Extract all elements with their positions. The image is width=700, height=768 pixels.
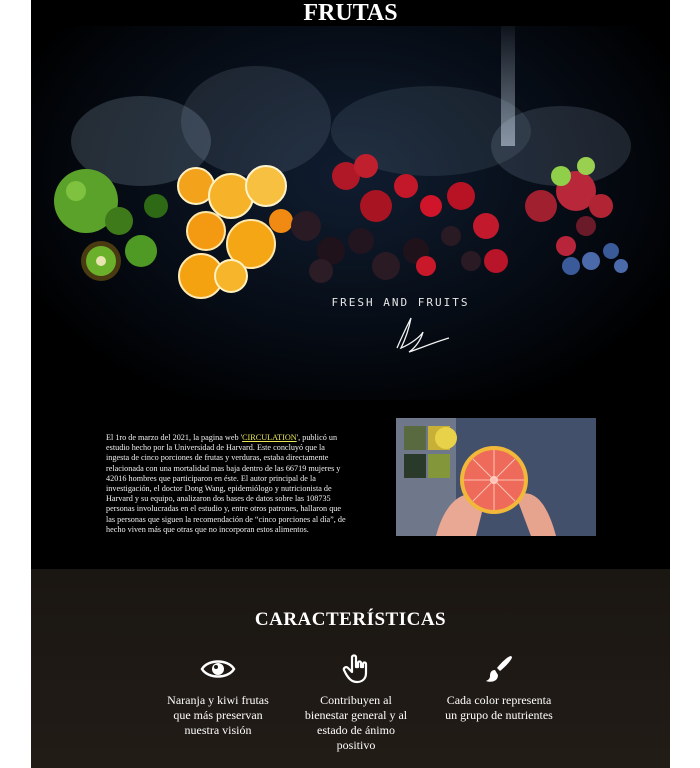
feature-text: Naranja y kiwi frutas que más preservan … (167, 693, 269, 737)
intro-paragraph: El 1ro de marzo del 2021, la pagina web … (106, 433, 346, 535)
hero-tagline: FRESH AND FRUITS (331, 296, 470, 309)
page: FRUTAS FRESH AND FRUITS El 1ro de marzo … (31, 0, 670, 768)
feature-text: Cada color representa un grupo de nutrie… (445, 693, 553, 722)
feature-item-vision: Naranja y kiwi frutas que más preservan … (163, 654, 273, 738)
page-title: FRUTAS (303, 0, 398, 26)
signature-logo (396, 317, 450, 353)
feature-item-wellbeing: Contribuyen al bienestar general y al es… (301, 654, 411, 753)
feature-item-nutrients: Cada color representa un grupo de nutrie… (444, 654, 554, 723)
hero-banner: FRESH AND FRUITS (31, 26, 670, 400)
paint-brush-icon (444, 654, 554, 684)
features-title: CARACTERÍSTICAS (254, 609, 447, 630)
eye-icon (163, 654, 273, 684)
fruits-image (54, 154, 628, 299)
features-section: CARACTERÍSTICAS Naranja y kiwi frutas qu… (31, 569, 670, 768)
grapefruit-photo (396, 418, 596, 536)
feature-text: Contribuyen al bienestar general y al es… (304, 693, 408, 752)
circulation-link[interactable]: CIRCULATION (242, 433, 297, 442)
intro-text-end: ', publicó un estudio hecho por la Unive… (106, 433, 346, 534)
intro-text-start: El 1ro de marzo del 2021, la pagina web … (106, 433, 243, 442)
hand-pointer-icon (301, 654, 411, 684)
